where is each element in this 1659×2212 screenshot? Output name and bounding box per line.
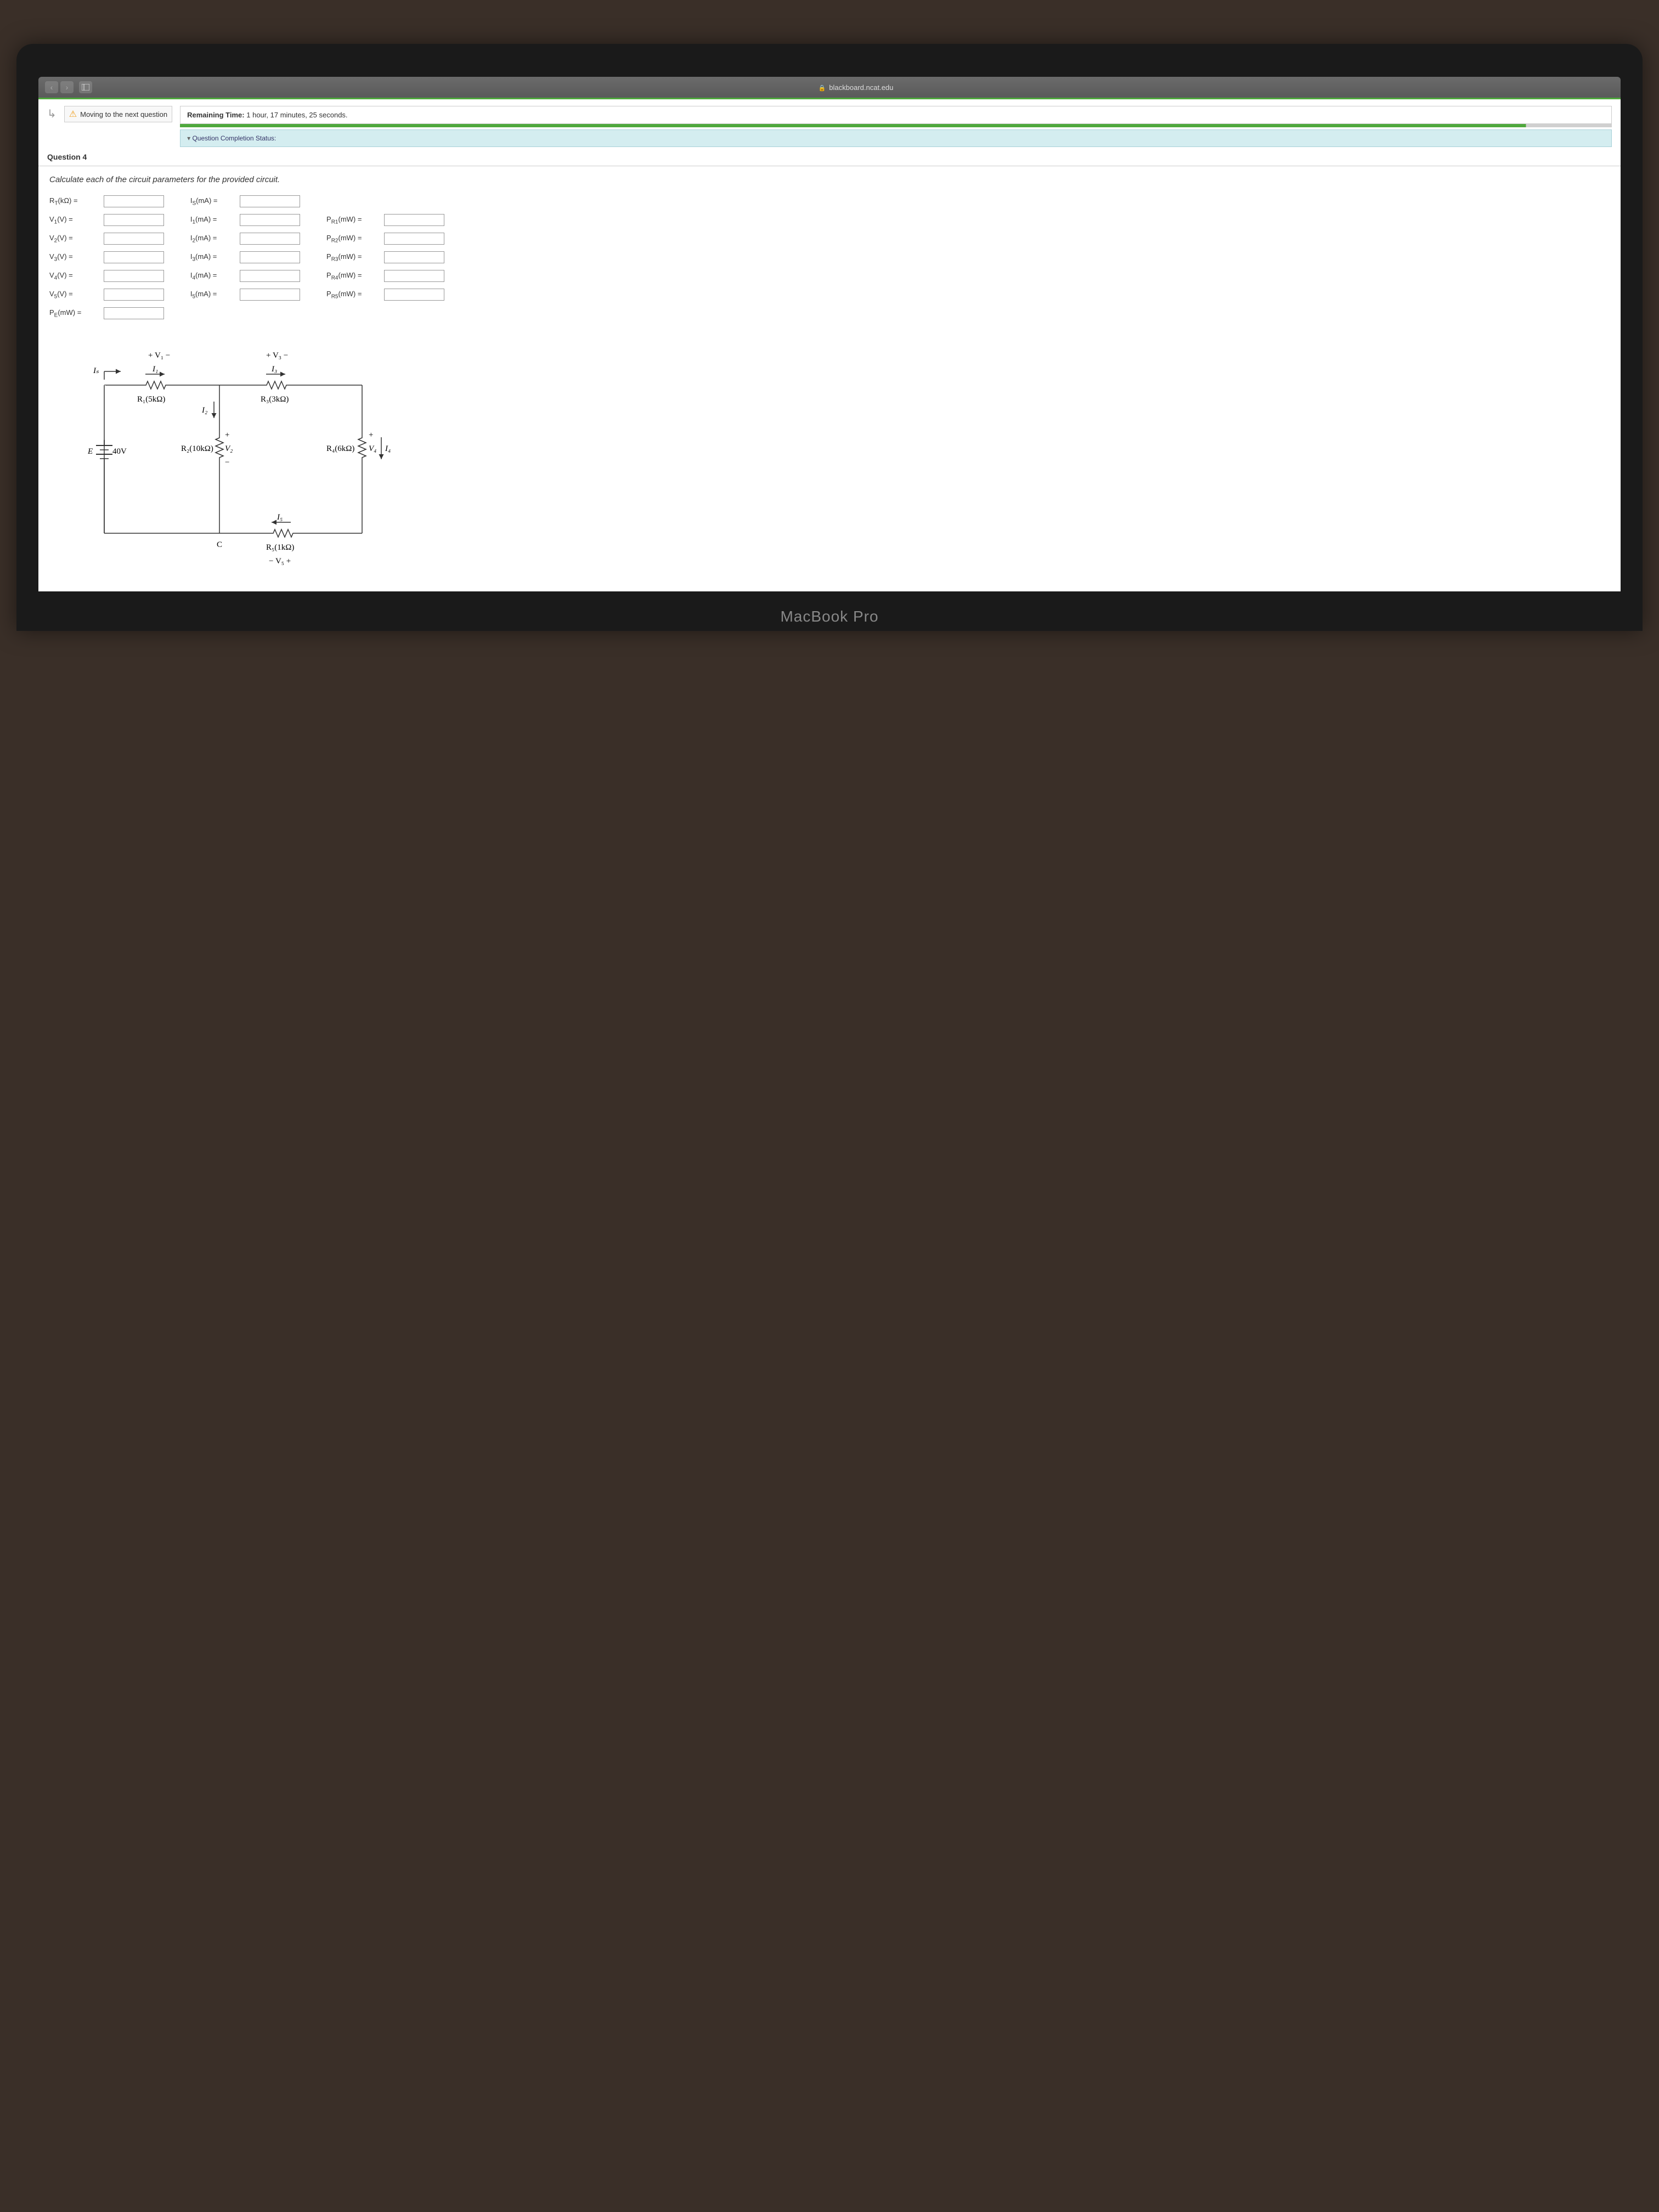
input-v3[interactable]: [104, 251, 164, 263]
circuit-i1: I₁: [152, 365, 158, 374]
label-v3: V3(V) =: [49, 252, 101, 263]
circuit-v3: + V₃ −: [266, 351, 288, 360]
input-i2[interactable]: [240, 233, 300, 245]
device-label: MacBook Pro: [38, 591, 1621, 631]
url-bar[interactable]: blackboard.ncat.edu: [98, 83, 1614, 92]
input-pr2[interactable]: [384, 233, 444, 245]
circuit-is: Iₛ: [93, 366, 99, 375]
lock-icon: [819, 83, 826, 92]
svg-text:−: −: [225, 458, 229, 467]
circuit-diagram: Iₛ I₁ + V₁ − R₁(5kΩ) I₂ R₂(10kΩ) + V₂ − …: [49, 336, 1610, 580]
circuit-r5: R₅(1kΩ): [266, 543, 294, 552]
input-rt[interactable]: [104, 195, 164, 207]
url-text: blackboard.ncat.edu: [829, 83, 893, 92]
label-v2: V2(V) =: [49, 234, 101, 244]
label-i3: I3(mA) =: [190, 252, 238, 263]
label-pr1: PR1(mW) =: [326, 215, 382, 225]
label-v5: V5(V) =: [49, 290, 101, 300]
label-i1: I1(mA) =: [190, 215, 238, 225]
label-pr2: PR2(mW) =: [326, 234, 382, 244]
label-rt: RT(kΩ) =: [49, 196, 101, 207]
circuit-v4: V₄: [369, 444, 376, 453]
input-pe[interactable]: [104, 307, 164, 319]
input-pr5[interactable]: [384, 289, 444, 301]
input-pr4[interactable]: [384, 270, 444, 282]
input-i4[interactable]: [240, 270, 300, 282]
circuit-v5: − V₅ +: [269, 557, 291, 566]
input-i5[interactable]: [240, 289, 300, 301]
label-pr4: PR4(mW) =: [326, 271, 382, 281]
svg-text:+: +: [225, 431, 229, 439]
input-v5[interactable]: [104, 289, 164, 301]
label-v1: V1(V) =: [49, 215, 101, 225]
question-instruction: Calculate each of the circuit parameters…: [49, 175, 1610, 184]
circuit-r2: R₂(10kΩ): [181, 444, 213, 453]
browser-toolbar: ‹ › blackboard.ncat.edu: [38, 77, 1621, 98]
circuit-i2: I₂: [201, 406, 207, 415]
back-button[interactable]: ‹: [45, 81, 58, 93]
input-pr1[interactable]: [384, 214, 444, 226]
circuit-i5: I₅: [276, 513, 283, 522]
moving-question-notice: ⚠ Moving to the next question: [64, 106, 172, 122]
remaining-time: Remaining Time: 1 hour, 17 minutes, 25 s…: [180, 106, 1612, 124]
label-i5: I5(mA) =: [190, 290, 238, 300]
circuit-r4: R₄(6kΩ): [326, 444, 354, 453]
warning-icon: ⚠: [69, 109, 77, 120]
circuit-c: C: [217, 540, 222, 549]
circuit-e: E: [87, 447, 93, 456]
input-pr3[interactable]: [384, 251, 444, 263]
question-number: Question 4: [38, 147, 1621, 166]
forward-button[interactable]: ›: [60, 81, 74, 93]
input-v2[interactable]: [104, 233, 164, 245]
input-is[interactable]: [240, 195, 300, 207]
label-pe: PE(mW) =: [49, 308, 101, 319]
circuit-r1: R₁(5kΩ): [137, 395, 165, 404]
label-pr5: PR5(mW) =: [326, 290, 382, 300]
circuit-r3: R₃(3kΩ): [261, 395, 289, 404]
circuit-v2: V₂: [225, 444, 233, 453]
label-is: IS(mA) =: [190, 196, 238, 207]
input-i3[interactable]: [240, 251, 300, 263]
input-v1[interactable]: [104, 214, 164, 226]
label-v4: V4(V) =: [49, 271, 101, 281]
svg-text:+: +: [369, 431, 373, 439]
label-i4: I4(mA) =: [190, 271, 238, 281]
label-i2: I2(mA) =: [190, 234, 238, 244]
circuit-i4: I₄: [385, 444, 391, 453]
circuit-v1: + V₁ −: [148, 351, 170, 360]
parameter-grid: RT(kΩ) = IS(mA) = V1(V) = I1(mA) = PR1(m…: [49, 195, 444, 319]
input-i1[interactable]: [240, 214, 300, 226]
return-arrow-icon: ↳: [47, 107, 57, 121]
sidebar-toggle-button[interactable]: [79, 81, 92, 93]
label-pr3: PR3(mW) =: [326, 252, 382, 263]
input-v4[interactable]: [104, 270, 164, 282]
progress-bar: [180, 124, 1612, 127]
circuit-ev: 40V: [112, 447, 127, 456]
page-content: ↳ ⚠ Moving to the next question Remainin…: [38, 98, 1621, 591]
circuit-i3: I₃: [271, 365, 277, 374]
completion-status-toggle[interactable]: Question Completion Status:: [180, 129, 1612, 147]
